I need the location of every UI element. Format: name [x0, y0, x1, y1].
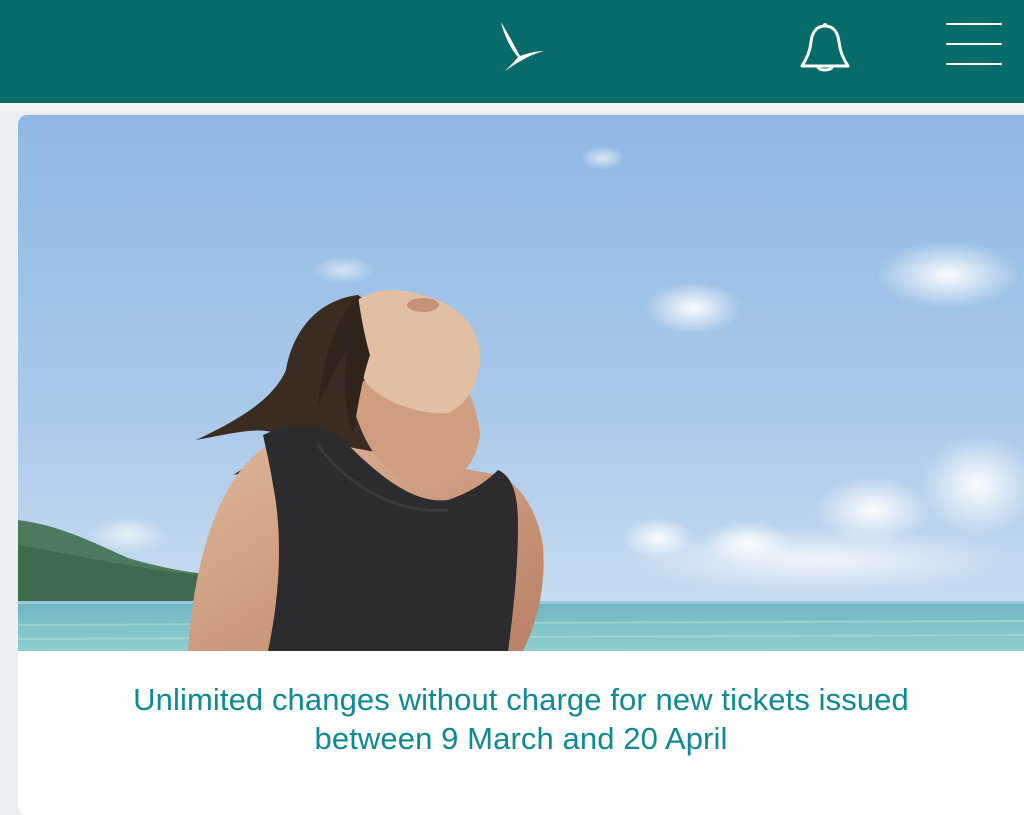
content-divider	[0, 103, 1024, 111]
top-navigation-bar	[0, 0, 1024, 103]
hero-image	[18, 115, 1024, 651]
promo-headline[interactable]: Unlimited changes without charge for new…	[18, 680, 1024, 758]
promo-headline-line-1: Unlimited changes without charge for new…	[133, 682, 909, 717]
menu-line	[946, 23, 1002, 25]
menu-line	[946, 43, 1002, 45]
promo-headline-line-2: between 9 March and 20 April	[314, 721, 728, 756]
hamburger-menu-icon[interactable]	[944, 21, 1004, 67]
promo-card[interactable]: Unlimited changes without charge for new…	[18, 115, 1024, 815]
bell-icon[interactable]	[798, 19, 852, 73]
brushwing-logo-icon[interactable]	[498, 20, 548, 72]
menu-line	[946, 63, 1002, 65]
